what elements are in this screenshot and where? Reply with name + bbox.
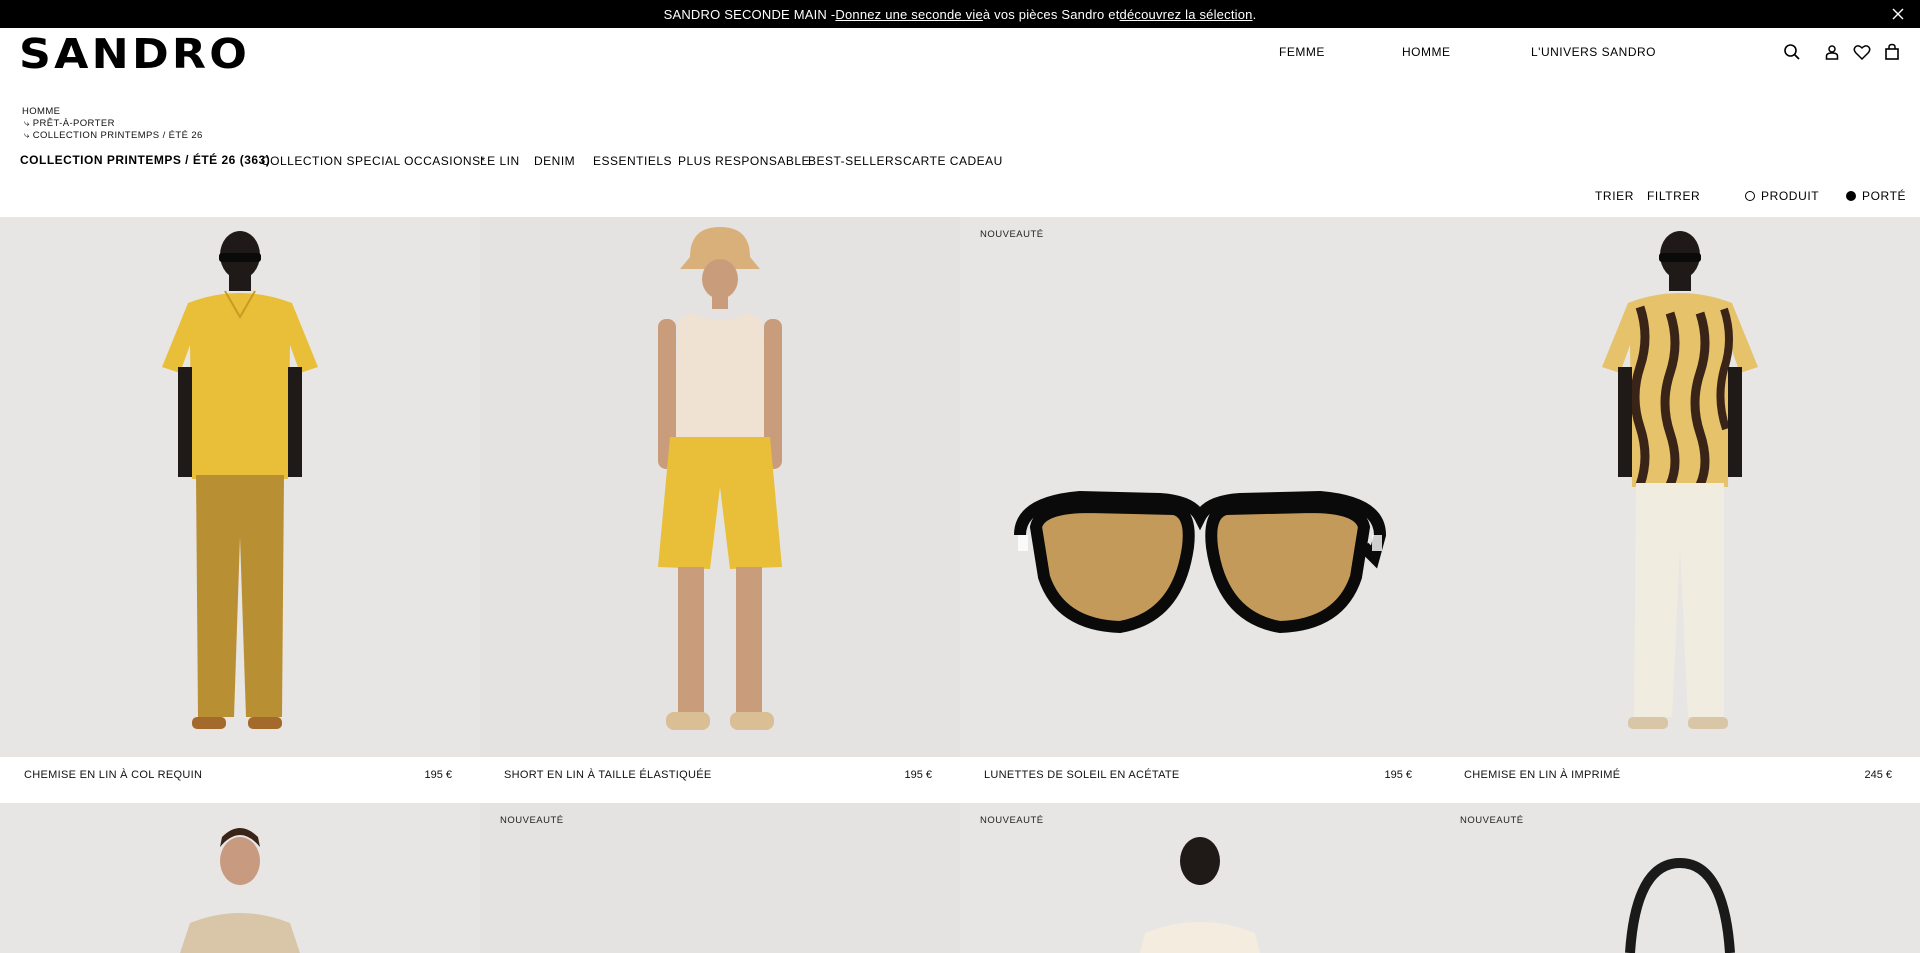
close-icon[interactable] bbox=[1890, 6, 1906, 22]
product-name[interactable]: CHEMISE EN LIN À COL REQUIN bbox=[24, 769, 202, 781]
nav-univers-sandro[interactable]: L'UNIVERS SANDRO bbox=[1531, 45, 1656, 59]
category-collection-ss26[interactable]: COLLECTION PRINTEMPS / ÉTÉ 26 (363) bbox=[20, 153, 270, 167]
category-le-lin[interactable]: LE LIN bbox=[480, 154, 520, 168]
category-special-occasions[interactable]: COLLECTION SPECIAL OCCASIONS* bbox=[261, 154, 486, 168]
product-name[interactable]: SHORT EN LIN À TAILLE ÉLASTIQUÉE bbox=[504, 769, 711, 781]
product-image[interactable] bbox=[0, 803, 480, 953]
new-badge: NOUVEAUTÉ bbox=[980, 815, 1044, 826]
view-worn-label[interactable]: PORTÉ bbox=[1862, 189, 1906, 203]
product-image[interactable]: NOUVEAUTÉ bbox=[960, 803, 1440, 953]
announcement-suffix: . bbox=[1252, 6, 1257, 22]
view-product-label[interactable]: PRODUIT bbox=[1761, 189, 1819, 203]
filter-button[interactable]: FILTRER bbox=[1647, 189, 1700, 203]
product-price: 195 € bbox=[424, 769, 452, 781]
category-essentiels[interactable]: ESSENTIELS bbox=[593, 154, 672, 168]
announcement-middle: à vos pièces Sandro et bbox=[982, 6, 1120, 22]
category-carte-cadeau[interactable]: CARTE CADEAU bbox=[903, 154, 1003, 168]
product-name[interactable]: LUNETTES DE SOLEIL EN ACÉTATE bbox=[984, 769, 1180, 781]
new-badge: NOUVEAUTÉ bbox=[500, 815, 564, 826]
category-denim[interactable]: DENIM bbox=[534, 154, 575, 168]
product-image[interactable]: NOUVEAUTÉ bbox=[960, 217, 1440, 757]
product-card[interactable]: NOUVEAUTÉ bbox=[480, 803, 960, 953]
announcement-bar: SANDRO SECONDE MAIN - Donnez une seconde… bbox=[0, 0, 1920, 28]
category-best-sellers[interactable]: BEST-SELLERS bbox=[808, 154, 903, 168]
nav-femme[interactable]: FEMME bbox=[1279, 45, 1325, 59]
account-icon[interactable] bbox=[1822, 42, 1842, 62]
announcement-link-selection[interactable]: découvrez la sélection bbox=[1120, 7, 1253, 22]
sort-button[interactable]: TRIER bbox=[1595, 189, 1634, 203]
new-badge: NOUVEAUTÉ bbox=[1460, 815, 1524, 826]
search-icon[interactable] bbox=[1782, 42, 1802, 62]
breadcrumb-collection[interactable]: ⤷ COLLECTION PRINTEMPS / ÉTÉ 26 bbox=[24, 130, 203, 141]
product-card[interactable] bbox=[0, 803, 480, 953]
product-card[interactable]: NOUVEAUTÉ bbox=[1440, 803, 1920, 953]
brand-logo[interactable]: SANDRO bbox=[19, 34, 250, 75]
wishlist-icon[interactable] bbox=[1852, 42, 1872, 62]
product-price: 245 € bbox=[1864, 769, 1892, 781]
product-name[interactable]: CHEMISE EN LIN À IMPRIMÉ bbox=[1464, 769, 1620, 781]
product-image[interactable] bbox=[0, 217, 480, 757]
product-image[interactable]: NOUVEAUTÉ bbox=[480, 803, 960, 953]
breadcrumb-pret-a-porter[interactable]: ⤷ PRÊT-À-PORTER bbox=[24, 118, 115, 129]
announcement-link-second-life[interactable]: Donnez une seconde vie bbox=[835, 7, 983, 22]
nav-homme[interactable]: HOMME bbox=[1402, 45, 1451, 59]
product-card[interactable]: NOUVEAUTÉ bbox=[960, 803, 1440, 953]
view-product-radio[interactable] bbox=[1745, 191, 1755, 201]
product-price: 195 € bbox=[904, 769, 932, 781]
category-plus-responsable[interactable]: PLUS RESPONSABLE bbox=[678, 154, 810, 168]
breadcrumb-homme[interactable]: HOMME bbox=[22, 106, 60, 117]
bag-icon[interactable] bbox=[1882, 42, 1902, 62]
view-worn-radio[interactable] bbox=[1846, 191, 1856, 201]
product-image[interactable] bbox=[1440, 217, 1920, 757]
new-badge: NOUVEAUTÉ bbox=[980, 229, 1044, 240]
announcement-prefix: SANDRO SECONDE MAIN - bbox=[663, 6, 836, 22]
product-image[interactable] bbox=[480, 217, 960, 757]
product-price: 195 € bbox=[1384, 769, 1412, 781]
product-image[interactable]: NOUVEAUTÉ bbox=[1440, 803, 1920, 953]
